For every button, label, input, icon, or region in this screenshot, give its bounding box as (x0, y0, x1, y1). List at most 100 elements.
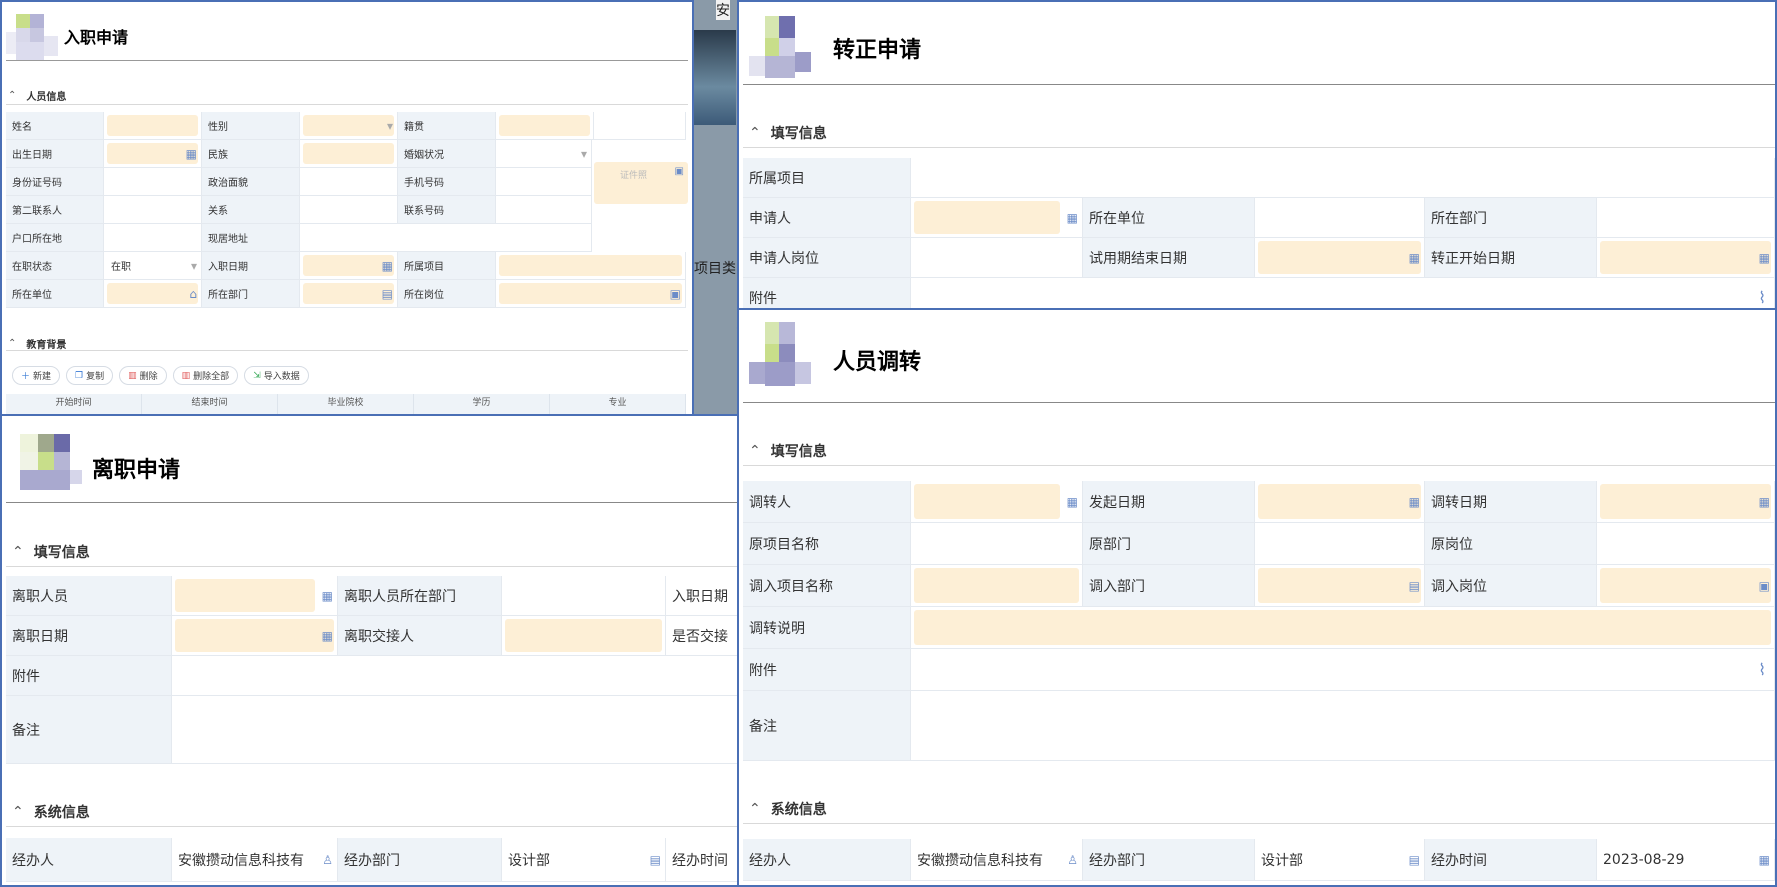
name-input[interactable] (104, 112, 202, 139)
section-fill-header[interactable]: ⌃ 填写信息 (749, 441, 827, 461)
label-remark: 备注 (6, 696, 172, 763)
phone-input[interactable] (496, 168, 592, 195)
label-orig-dept: 原部门 (1083, 523, 1255, 564)
import-button[interactable]: ⇲ 导入数据 (244, 366, 309, 385)
dept-input[interactable] (1597, 198, 1775, 237)
org-icon: ▤ (1408, 578, 1420, 593)
user-icon: ♙ (322, 852, 333, 867)
handler-field[interactable]: 安徽攒动信息科技有 ♙ (911, 839, 1083, 880)
label-attachment: 附件 (6, 656, 172, 695)
section-sys-header[interactable]: ⌃ 系统信息 (12, 802, 90, 822)
label-unit: 所在单位 (1083, 198, 1255, 237)
unit-input[interactable] (1255, 198, 1425, 237)
handler-dept-field[interactable]: 设计部 ▤ (1255, 839, 1425, 880)
form-row: 调转人 ▦ 发起日期 ▦ 调转日期 ▦ (743, 481, 1775, 523)
form-row: 离职日期 ▦ 离职交接人 是否交接 (6, 616, 737, 656)
native-place-input[interactable] (496, 112, 594, 139)
gender-select[interactable]: ▾ (300, 112, 398, 139)
label-native-place: 籍贯 (398, 112, 496, 139)
section-sys-header[interactable]: ⌃ 系统信息 (749, 799, 827, 819)
dept-input[interactable]: ▤ (300, 280, 398, 307)
person-input[interactable]: ▦ (911, 481, 1083, 522)
label-entry-date: 入职日期 (202, 252, 300, 279)
person-dept-input[interactable] (502, 576, 666, 615)
label-person: 调转人 (743, 481, 911, 522)
second-contact-input[interactable] (104, 196, 202, 223)
transfer-date-input[interactable]: ▦ (1597, 481, 1775, 522)
applicant-input[interactable]: ▦ (911, 198, 1083, 237)
chevron-down-icon: ▾ (386, 118, 393, 133)
entry-date-input[interactable]: ▦ (300, 252, 398, 279)
relation-input[interactable] (300, 196, 398, 223)
label-hukou: 户口所在地 (6, 224, 104, 251)
handler-field[interactable]: 安徽攒动信息科技有 ♙ (172, 838, 338, 881)
label-name: 姓名 (6, 112, 104, 139)
current-address-input[interactable] (300, 224, 592, 251)
copy-button[interactable]: ❐ 复制 (66, 366, 114, 385)
marital-select[interactable]: ▾ (496, 140, 592, 167)
desc-input[interactable] (911, 607, 1775, 648)
project-input[interactable] (496, 252, 686, 279)
post-input[interactable]: ▣ (496, 280, 686, 307)
form-row: 户口所在地 现居地址 (6, 224, 592, 252)
page-title: 入职申请 (64, 28, 129, 47)
ethnicity-input[interactable] (300, 140, 398, 167)
id-number-input[interactable] (104, 168, 202, 195)
building-icon: ⌂ (189, 286, 197, 301)
section-fill-header[interactable]: ⌃ 填写信息 (12, 542, 90, 562)
form-row: 在职状态 在职 ▾ 入职日期 ▦ 所属项目 (6, 252, 686, 280)
handover-input[interactable] (502, 616, 666, 655)
remark-textarea[interactable] (911, 691, 1775, 760)
label-phone: 手机号码 (398, 168, 496, 195)
new-button[interactable]: ＋新建 (12, 366, 61, 385)
form-row: 所属项目 (743, 158, 1775, 198)
attachment-upload[interactable] (172, 656, 737, 695)
delete-all-button[interactable]: ▥ 删除全部 (172, 366, 239, 385)
resign-date-input[interactable]: ▦ (172, 616, 338, 655)
form-row: 原项目名称 原部门 原岗位 (743, 523, 1775, 565)
hukou-input[interactable] (104, 224, 202, 251)
chevron-up-icon: ⌃ (749, 125, 761, 141)
section-edu-header[interactable]: ⌃ 教育背景 (8, 336, 66, 351)
handler-dept-field[interactable]: 设计部 ▤ (502, 838, 666, 881)
section-fill-header[interactable]: ⌃ 填写信息 (749, 123, 827, 143)
start-date-input[interactable]: ▦ (1255, 481, 1425, 522)
label-unit: 所在单位 (6, 280, 104, 307)
trial-end-input[interactable]: ▦ (1255, 238, 1425, 277)
new-post-input[interactable]: ▣ (1597, 565, 1775, 606)
label-political: 政治面貌 (202, 168, 300, 195)
form-row: 所在单位 ⌂ 所在部门 ▤ 所在岗位 ▣ (6, 280, 686, 308)
paperclip-icon: ⌇ (1758, 287, 1766, 307)
org-icon: ▤ (381, 286, 393, 301)
job-status-select[interactable]: 在职 ▾ (104, 252, 202, 279)
political-input[interactable] (300, 168, 398, 195)
label-handover: 离职交接人 (338, 616, 502, 655)
attachment-upload[interactable]: ⌇ (911, 649, 1775, 690)
project-input[interactable] (911, 158, 1775, 197)
birth-date-input[interactable]: ▦ (104, 140, 202, 167)
applicant-post-input[interactable] (911, 238, 1083, 277)
person-input[interactable]: ▦ (172, 576, 338, 615)
handler-time-field[interactable]: 2023-08-29 ▦ (1597, 839, 1775, 880)
page-title: 转正申请 (833, 38, 922, 63)
form-row: 申请人 ▦ 所在单位 所在部门 (743, 198, 1775, 238)
background-photo (694, 30, 736, 125)
form-row: 备注 (6, 696, 737, 764)
label-remark: 备注 (743, 691, 911, 760)
new-dept-input[interactable]: ▤ (1255, 565, 1425, 606)
label-regular-start: 转正开始日期 (1425, 238, 1597, 277)
form-row: 调转说明 (743, 607, 1775, 649)
remark-textarea[interactable] (172, 696, 737, 763)
badge-icon: ▣ (669, 286, 681, 301)
label-entry-date: 入职日期 (666, 576, 737, 615)
delete-button[interactable]: ▥ 删除 (119, 366, 167, 385)
contact-number-input[interactable] (496, 196, 592, 223)
section-person-header[interactable]: ⌃ 人员信息 (8, 88, 66, 103)
attachment-upload[interactable]: ⌇ (911, 278, 1775, 308)
unit-input[interactable]: ⌂ (104, 280, 202, 307)
label-resign-date: 离职日期 (6, 616, 172, 655)
id-photo-upload[interactable]: 证件照 ▣ (594, 162, 688, 204)
new-project-input[interactable] (911, 565, 1083, 606)
regular-start-input[interactable]: ▦ (1597, 238, 1775, 277)
form-row: 身份证号码 政治面貌 手机号码 (6, 168, 592, 196)
